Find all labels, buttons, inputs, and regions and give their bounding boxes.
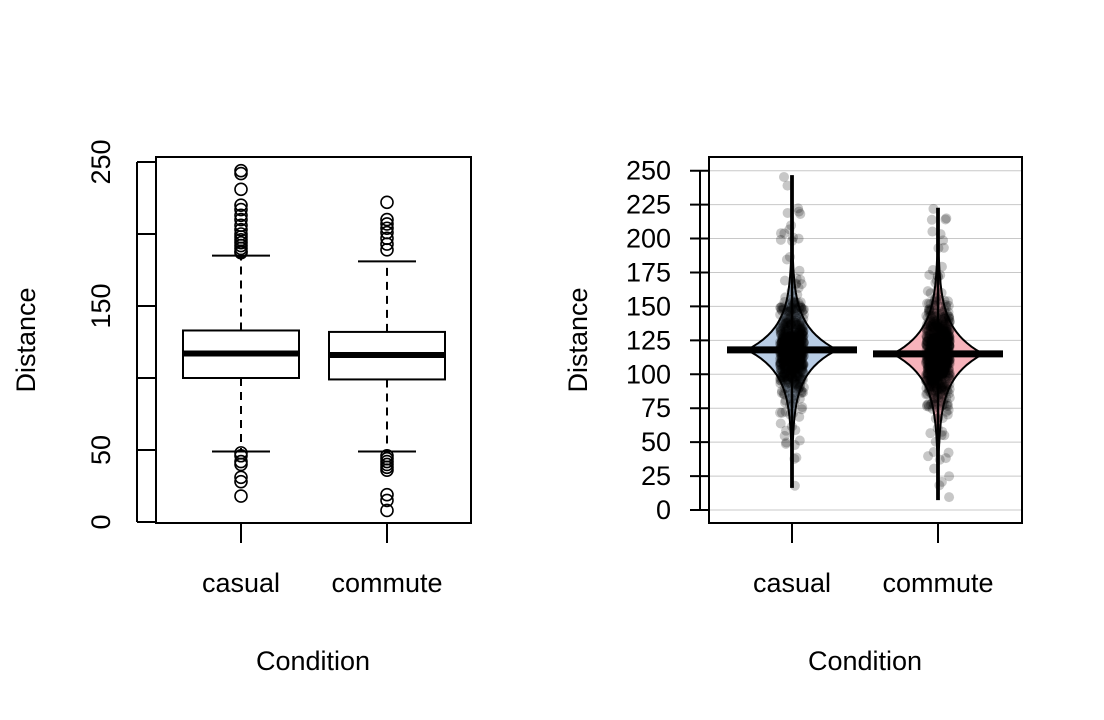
x-tick-label-commute: commute [331,568,442,598]
y-tick-label: 150 [86,283,116,328]
data-point [779,228,790,239]
data-point [797,359,808,370]
data-point [934,480,945,491]
data-point [794,435,805,446]
data-point [938,242,949,253]
data-point [793,282,804,293]
figure: 050150250 casual commute Condition Dista… [0,0,1104,720]
data-point [923,399,934,410]
data-point [940,367,951,378]
x-tick-label-casual: casual [753,568,831,598]
data-point [777,332,788,343]
y-tick-label: 150 [626,291,671,321]
data-point [942,329,953,340]
data-point [942,398,953,409]
data-point [923,307,934,318]
data-point [776,407,787,418]
data-point [926,214,937,225]
data-point [795,208,806,219]
data-point [779,275,790,286]
x-tick-label-commute: commute [882,568,993,598]
data-point [922,286,933,297]
y-tick-label: 100 [626,359,671,389]
data-point [794,307,805,318]
data-point [927,265,938,276]
y-axis-title: Distance [563,287,593,392]
data-point [780,352,791,363]
y-tick-label: 175 [626,257,671,287]
y-axis-title: Distance [11,287,41,392]
data-point [926,336,937,347]
data-point [784,251,795,262]
data-point [944,471,955,482]
data-point [781,437,792,448]
data-point [797,327,808,338]
y-tick-label: 200 [626,224,671,254]
y-tick-label: 75 [641,393,671,423]
x-axis-title: Condition [256,646,370,676]
data-point [944,341,955,352]
data-point [794,265,805,276]
y-tick-label: 250 [86,139,116,184]
data-point [795,274,806,285]
x-tick-label-casual: casual [202,568,280,598]
y-tick-label: 225 [626,190,671,220]
data-point [934,454,945,465]
data-point [930,413,941,424]
y-tick-label: 125 [626,325,671,355]
y-tick-label: 50 [86,435,116,465]
data-point [940,214,951,225]
data-point [781,425,792,436]
data-point [779,171,790,182]
data-point [923,451,934,462]
y-tick-label: 0 [86,514,116,529]
data-point [797,386,808,397]
data-point [778,369,789,380]
data-point [943,300,954,311]
data-point [944,492,955,503]
y-tick-label: 50 [641,427,671,457]
x-axis-title: Condition [808,646,922,676]
y-tick-label: 0 [656,495,671,525]
y-tick-label: 25 [641,461,671,491]
data-point [921,373,932,384]
data-point [776,385,787,396]
y-tick-label: 250 [626,156,671,186]
